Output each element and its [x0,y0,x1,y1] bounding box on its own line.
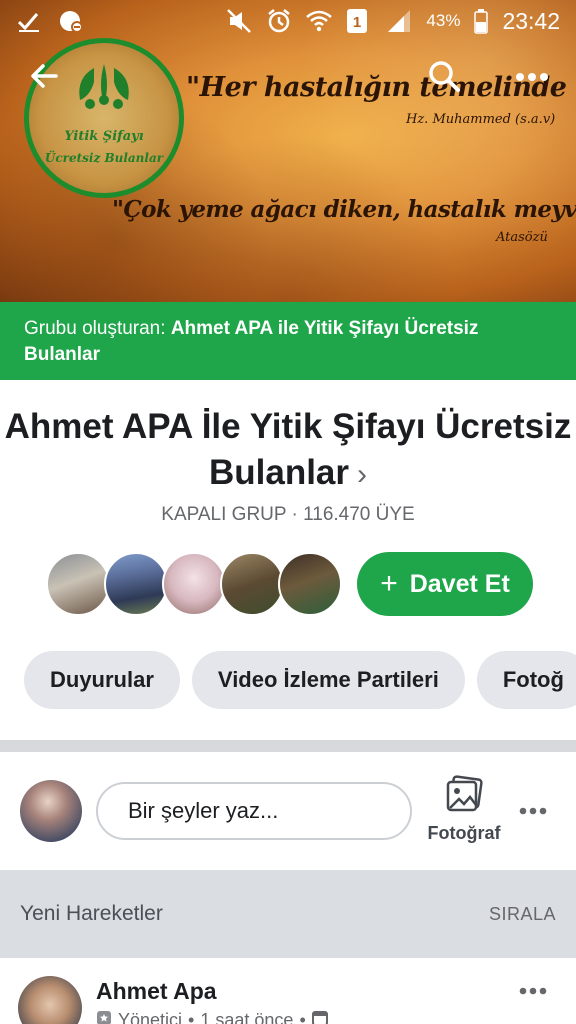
group-tabs: Duyurular Video İzleme Partileri Fotoğ [24,651,576,709]
tab-watch-parties[interactable]: Video İzleme Partileri [191,651,465,709]
meta-dot: • [188,1010,195,1024]
tab-announcements[interactable]: Duyurular [24,651,180,709]
cover-quote-1-author: Hz. Muhammed (s.a.v) [406,112,556,127]
more-options-button[interactable] [510,56,554,100]
post-meta: Yönetici • 1 saat önce • [96,1010,328,1024]
sim-icon: 1 [346,8,372,34]
photo-icon [444,774,484,819]
post-author-avatar[interactable] [18,976,82,1024]
composer-more-button[interactable] [514,794,552,828]
group-cover-photo[interactable]: Yitik Şifayı Ücretsiz Bulanlar "Her hast… [0,0,576,302]
post-role: Yönetici [118,1010,183,1024]
search-button[interactable] [422,56,466,100]
back-button[interactable] [22,56,66,100]
member-avatar[interactable] [162,552,226,616]
invite-label: Davet Et [409,569,510,598]
status-bar: 1 43% 23:42 [0,0,576,42]
group-meta: KAPALI GRUP · 116.470 ÜYE [161,504,415,525]
tab-photos[interactable]: Fotoğ [476,651,576,709]
creator-prefix: Grubu oluşturan: [24,318,171,339]
search-icon [427,59,461,98]
logo-text-line2: Ücretsiz Bulanlar [45,149,165,165]
post-more-button[interactable] [514,974,552,1008]
calendar-icon [311,1010,328,1024]
signal-icon [386,8,412,34]
section-title: Yeni Hareketler [20,902,163,925]
member-avatar[interactable] [46,552,110,616]
sort-button[interactable]: SIRALA [489,904,556,925]
meta-dot: • [299,1010,306,1024]
post-author-name[interactable]: Ahmet Apa [96,978,217,1005]
sim-slot-label: 1 [353,14,361,31]
member-avatar[interactable] [220,552,284,616]
composer-placeholder: Bir şeyler yaz... [128,798,279,823]
battery-icon [474,8,489,34]
check-icon [16,8,42,34]
clock: 23:42 [502,7,560,34]
feed-section-header: Yeni Hareketler SIRALA [0,870,576,958]
chevron-right-icon: › [357,458,368,491]
wifi-icon [306,8,333,34]
post-time[interactable]: 1 saat önce [200,1010,293,1024]
add-photo-button[interactable]: Fotoğraf [422,774,506,850]
back-arrow-icon [29,61,59,96]
divider [0,740,576,752]
group-creator-banner[interactable]: Grubu oluşturan: Ahmet APA ile Yitik Şif… [0,302,576,380]
group-title[interactable]: Ahmet APA İle Yitik Şifayı Ücretsiz Bula… [0,404,576,498]
blocked-icon [58,8,84,34]
photo-label: Fotoğraf [427,823,501,843]
invite-button[interactable]: + Davet Et [357,552,533,616]
cover-quote-2-author: Atasözü [496,230,548,245]
shield-icon [96,1010,112,1024]
more-icon [515,69,549,87]
more-icon [519,802,547,820]
mute-icon [226,8,252,34]
more-icon [519,982,547,1000]
group-title-text: Ahmet APA İle Yitik Şifayı Ücretsiz Bula… [4,407,572,492]
member-avatars[interactable] [46,552,342,616]
plus-icon: + [380,567,398,600]
alarm-icon [266,8,292,34]
avatar[interactable] [20,780,82,842]
battery-percent: 43% [426,11,461,30]
cover-quote-2: "Çok yeme ağacı diken, hastalık meyvesi … [112,196,576,223]
member-avatar[interactable] [104,552,168,616]
member-avatar[interactable] [278,552,342,616]
composer-input[interactable]: Bir şeyler yaz... [96,782,412,840]
logo-text-line1: Yitik Şifayı [64,129,143,144]
cover-quote-1: "Her hastalığın temelinde tokluk vardır" [186,72,576,103]
